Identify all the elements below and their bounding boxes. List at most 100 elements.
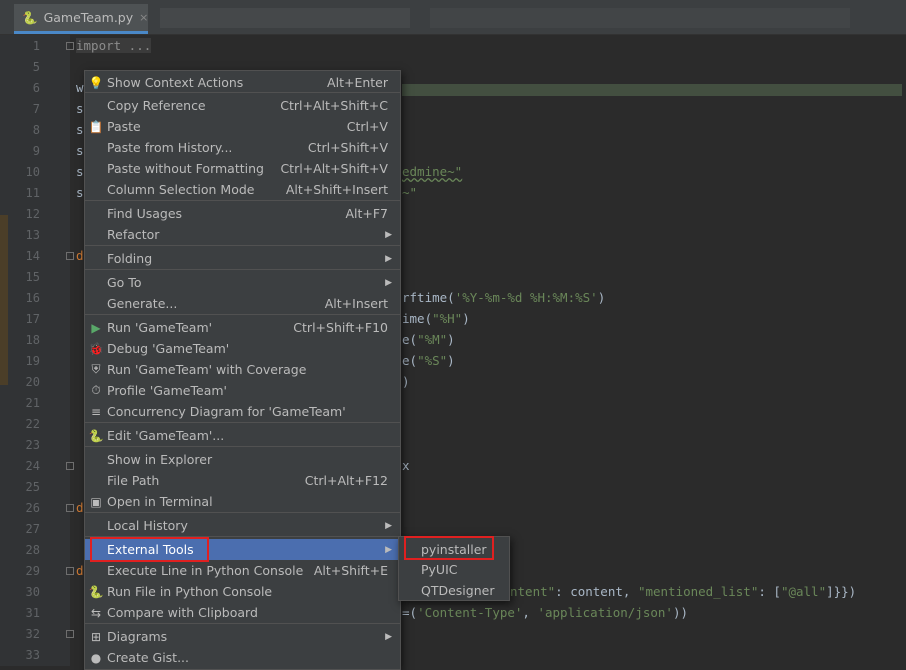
submenu-arrow-icon: ▶ (385, 277, 392, 288)
menu-item-label: Find Usages (107, 206, 183, 221)
menu-item-copy-reference[interactable]: Copy Reference Ctrl+Alt+Shift+C (85, 95, 400, 116)
menu-item-shortcut: Ctrl+Alt+Shift+V (280, 161, 388, 176)
coverage-shield-icon: ⛨ (91, 362, 101, 376)
menu-item-run-file-in-python-console[interactable]: 🐍 Run File in Python Console (85, 581, 400, 602)
menu-item-shortcut: Ctrl+Alt+F12 (304, 473, 388, 488)
line-number: 30 (25, 585, 40, 599)
menu-item-run-gameteam-with-coverage[interactable]: ⛨ Run 'GameTeam' with Coverage (85, 359, 400, 380)
menu-item-label: Generate... (107, 296, 178, 311)
line-number: 29 (25, 564, 40, 578)
lightbulb-icon: 💡 (88, 75, 104, 90)
menu-item-shortcut: Ctrl+Shift+F10 (293, 320, 388, 335)
code-line: e("%M") (402, 332, 455, 347)
code-line: ime("%H") (402, 311, 470, 326)
menu-separator (85, 200, 400, 201)
menu-item-profile-gameteam[interactable]: ⏱ Profile 'GameTeam' (85, 380, 400, 401)
code-line: d (76, 500, 84, 515)
line-number: 12 (25, 207, 40, 221)
menu-item-label: Local History (107, 518, 188, 533)
tab-filename: GameTeam.py (43, 10, 134, 25)
code-line: s (76, 122, 84, 137)
menu-item-label: Show Context Actions (107, 75, 244, 90)
editor-tab[interactable]: 🐍 GameTeam.py × (14, 4, 148, 34)
menu-separator (85, 314, 400, 315)
diagram-icon: ⊞ (90, 629, 102, 644)
external-tools-highlight (90, 537, 209, 562)
pyinstaller-highlight (404, 536, 494, 560)
menu-item-edit-gameteam[interactable]: 🐍 Edit 'GameTeam'... (85, 425, 400, 446)
close-icon[interactable]: × (139, 11, 148, 24)
menu-item-create-gist[interactable]: ● Create Gist... (85, 647, 400, 668)
line-number: 25 (25, 480, 40, 494)
terminal-icon: ▣ (90, 494, 102, 509)
menu-item-paste[interactable]: 📋 Paste Ctrl+V (85, 116, 400, 137)
menu-item-label: Show in Explorer (107, 452, 213, 467)
code-line: e("%S") (402, 353, 455, 368)
code-string: edmine~" (402, 164, 463, 179)
line-number: 33 (25, 648, 40, 662)
menu-item-label: Paste from History... (107, 140, 233, 155)
debug-bug-icon: 🐞 (88, 341, 104, 356)
menu-item-diagrams[interactable]: ⊞ Diagrams ▶ (85, 626, 400, 647)
line-number: 23 (25, 438, 40, 452)
menu-item-find-usages[interactable]: Find Usages Alt+F7 (85, 203, 400, 224)
code-line: s (76, 143, 84, 158)
menu-item-execute-line-in-python-console[interactable]: Execute Line in Python Console Alt+Shift+… (85, 560, 400, 581)
line-number: 15 (25, 270, 40, 284)
line-number: 27 (25, 522, 40, 536)
line-number: 28 (25, 543, 40, 557)
menu-item-label: Run 'GameTeam' (107, 320, 213, 335)
folded-imports[interactable]: import ... (76, 38, 152, 53)
menu-item-run-gameteam[interactable]: ▶ Run 'GameTeam' Ctrl+Shift+F10 (85, 317, 400, 338)
menu-item-refactor[interactable]: Refactor ▶ (85, 224, 400, 245)
code-line: x (402, 458, 410, 473)
submenu-arrow-icon: ▶ (385, 229, 392, 240)
github-icon: ● (90, 650, 102, 665)
line-number: 7 (32, 102, 40, 116)
line-number: 6 (32, 81, 40, 95)
line-number: 20 (25, 375, 40, 389)
menu-item-label: Concurrency Diagram for 'GameTeam' (107, 404, 346, 419)
menu-item-label: Folding (107, 251, 153, 266)
concurrency-icon: ≡ (90, 404, 102, 419)
line-number: 19 (25, 354, 40, 368)
menu-item-open-in-terminal[interactable]: ▣ Open in Terminal (85, 491, 400, 512)
menu-item-compare-with-clipboard[interactable]: ⇆ Compare with Clipboard (85, 602, 400, 623)
code-string: ~" (402, 185, 418, 200)
line-number: 14 (25, 249, 40, 263)
submenu-item-pyuic[interactable]: PyUIC (399, 559, 509, 580)
menu-item-folding[interactable]: Folding ▶ (85, 248, 400, 269)
code-line: d (76, 563, 84, 578)
menu-item-debug-gameteam[interactable]: 🐞 Debug 'GameTeam' (85, 338, 400, 359)
submenu-arrow-icon: ▶ (385, 253, 392, 264)
menu-item-label: Compare with Clipboard (107, 605, 258, 620)
line-number: 18 (25, 333, 40, 347)
menu-item-show-in-explorer[interactable]: Show in Explorer (85, 449, 400, 470)
menu-separator (85, 512, 400, 513)
menu-item-concurrency-diagram-for-gameteam[interactable]: ≡ Concurrency Diagram for 'GameTeam' (85, 401, 400, 422)
line-number: 11 (25, 186, 40, 200)
blurred-tab-area (160, 8, 410, 28)
menu-item-label: Execute Line in Python Console (107, 563, 304, 578)
blurred-code (402, 84, 902, 96)
menu-item-go-to[interactable]: Go To ▶ (85, 272, 400, 293)
menu-item-column-selection-mode[interactable]: Column Selection Mode Alt+Shift+Insert (85, 179, 400, 200)
menu-separator (85, 623, 400, 624)
editor-tab-bar: 🐍 GameTeam.py × (0, 0, 906, 35)
menu-item-shortcut: Ctrl+Alt+Shift+C (280, 98, 388, 113)
menu-item-paste-without-formatting[interactable]: Paste without Formatting Ctrl+Alt+Shift+V (85, 158, 400, 179)
menu-item-paste-from-history[interactable]: Paste from History... Ctrl+Shift+V (85, 137, 400, 158)
menu-item-file-path[interactable]: File Path Ctrl+Alt+F12 (85, 470, 400, 491)
menu-item-local-history[interactable]: Local History ▶ (85, 515, 400, 536)
python-icon: 🐍 (88, 584, 104, 599)
menu-item-shortcut: Ctrl+Shift+V (307, 140, 388, 155)
line-number: 10 (25, 165, 40, 179)
code-line: w (76, 80, 84, 95)
submenu-item-qtdesigner[interactable]: QTDesigner (399, 580, 509, 601)
python-icon: 🐍 (88, 428, 104, 443)
menu-item-label: File Path (107, 473, 160, 488)
menu-item-show-context-actions[interactable]: 💡 Show Context Actions Alt+Enter (85, 72, 400, 93)
menu-item-label: Refactor (107, 227, 160, 242)
menu-item-generate[interactable]: Generate... Alt+Insert (85, 293, 400, 314)
submenu-arrow-icon: ▶ (385, 520, 392, 531)
